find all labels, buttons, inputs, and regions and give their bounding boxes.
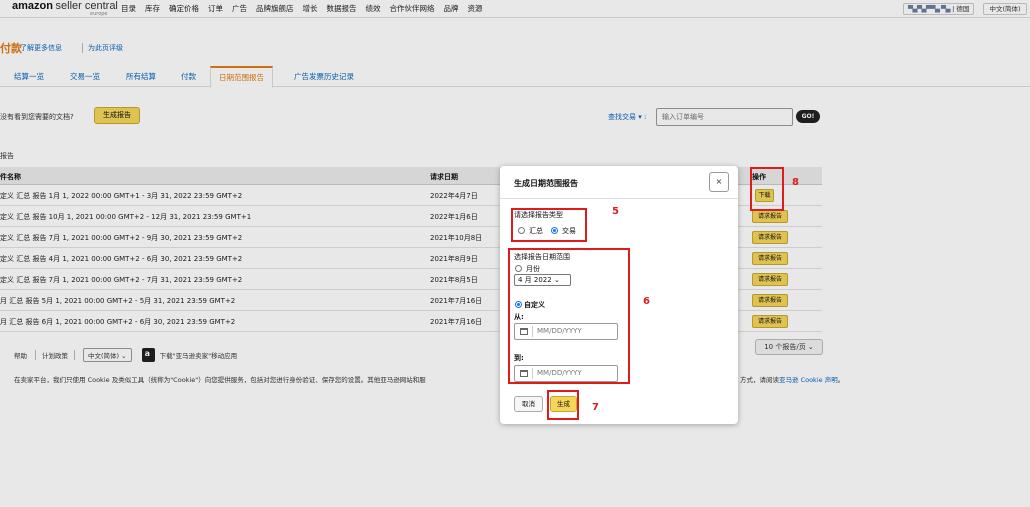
annotation-number-5: 5	[612, 206, 619, 217]
annotation-box-report-type	[511, 208, 587, 242]
annotation-number-6: 6	[643, 296, 650, 307]
annotation-number-7: 7	[592, 402, 599, 413]
cancel-button[interactable]: 取消	[514, 396, 543, 412]
close-button[interactable]: ×	[709, 172, 729, 192]
modal-title: 生成日期范围报告	[514, 179, 578, 188]
annotation-box-generate	[547, 390, 579, 420]
modal-header: 生成日期范围报告 ×	[500, 166, 738, 199]
annotation-box-download	[750, 167, 784, 211]
annotation-box-date-range	[508, 248, 630, 384]
annotation-number-8: 8	[792, 177, 799, 188]
